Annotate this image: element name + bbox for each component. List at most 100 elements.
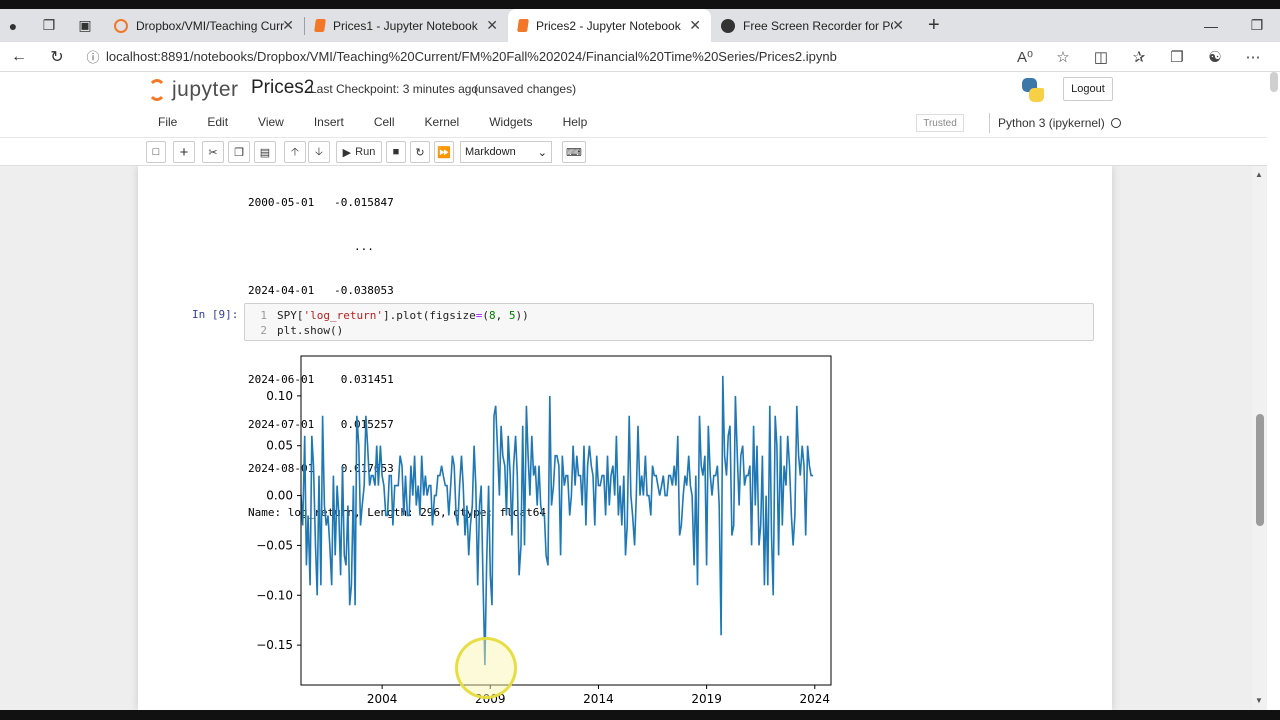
browser-tab-3[interactable]: Prices2 - Jupyter Notebook ✕: [508, 9, 711, 42]
save-icon: □: [152, 146, 160, 158]
minimize-icon[interactable]: —: [1188, 18, 1234, 34]
cell-type-value: Markdown: [465, 146, 516, 158]
paste-icon: ▤: [259, 146, 271, 159]
series-line: [301, 375, 813, 666]
menu-edit[interactable]: Edit: [197, 115, 238, 129]
insert-cell-button[interactable]: +: [173, 141, 195, 163]
notebook-name[interactable]: Prices2: [251, 77, 314, 99]
cursor-highlight: [455, 637, 517, 699]
reload-icon[interactable]: ↻: [38, 47, 76, 67]
cell-prompt: In [9]:: [192, 308, 239, 321]
scissors-icon: ✂: [208, 146, 218, 159]
menu-bar: File Edit View Insert Cell Kernel Widget…: [0, 106, 1280, 138]
favorite-star-icon[interactable]: ☆: [1052, 48, 1074, 66]
y-tick-label: 0.00: [266, 489, 293, 503]
code-cell-editor[interactable]: 1 SPY['log_return'].plot(figsize=(8, 5)) …: [244, 303, 1094, 341]
menu-cell[interactable]: Cell: [364, 115, 405, 129]
browser-tab-strip: ● ❐ ▣ Dropbox/VMI/Teaching Current/ ✕ Pr…: [0, 9, 1280, 42]
notebook-scrollbar[interactable]: ▲ ▼: [1253, 166, 1267, 710]
cell-type-select[interactable]: Markdown ⌄: [460, 141, 552, 163]
last-checkpoint: Last Checkpoint: 3 minutes ago: [310, 82, 479, 96]
scrollbar-thumb[interactable]: [1256, 414, 1264, 526]
menu-help[interactable]: Help: [553, 115, 598, 129]
browser-tab-2[interactable]: Prices1 - Jupyter Notebook ✕: [305, 9, 508, 42]
plot-output: 0.10 0.05 0.00 −0.05 −0.10 −0.15 2004 2009 2014 2…: [238, 346, 858, 710]
page-scrollbar-thumb[interactable]: [1270, 72, 1278, 92]
move-down-button[interactable]: 🡣: [308, 141, 330, 163]
page-scrollbar[interactable]: [1267, 72, 1280, 710]
close-icon[interactable]: ✕: [689, 17, 701, 34]
url-field[interactable]: ⓘ localhost:8891/notebooks/Dropbox/VMI/T…: [80, 44, 1000, 70]
collections-icon[interactable]: ❐: [1166, 48, 1188, 66]
back-icon[interactable]: ←: [0, 48, 38, 66]
split-screen-icon[interactable]: ◫: [1090, 48, 1112, 66]
new-tab-icon[interactable]: +: [928, 14, 940, 37]
arrow-down-icon: 🡣: [315, 145, 323, 158]
jupyter-icon: [314, 19, 326, 32]
more-icon[interactable]: ⋯: [1242, 48, 1264, 66]
profile-icon[interactable]: ●: [4, 18, 22, 34]
paste-button[interactable]: ▤: [254, 141, 276, 163]
menu-insert[interactable]: Insert: [304, 115, 354, 129]
jupyter-logo[interactable]: jupyter: [148, 78, 239, 102]
info-icon[interactable]: ⓘ: [80, 47, 106, 66]
close-icon[interactable]: ✕: [892, 17, 904, 34]
chevron-down-icon: ⌄: [537, 146, 547, 159]
move-up-button[interactable]: 🡡: [284, 141, 306, 163]
line-number: 2: [260, 324, 267, 337]
stop-icon: ■: [392, 146, 400, 158]
jupyter-logo-text: jupyter: [172, 78, 239, 101]
close-icon[interactable]: ✕: [486, 17, 498, 34]
scroll-up-icon[interactable]: ▲: [1255, 170, 1263, 179]
interrupt-button[interactable]: ■: [386, 141, 406, 163]
command-palette-button[interactable]: ⌨: [562, 141, 586, 163]
y-tick-label: −0.05: [256, 538, 293, 552]
y-tick-label: 0.05: [266, 439, 293, 453]
read-aloud-icon[interactable]: A⁰: [1014, 48, 1036, 66]
maximize-icon[interactable]: ❐: [1234, 17, 1280, 34]
logout-button[interactable]: Logout: [1063, 77, 1113, 101]
kernel-indicator: Python 3 (ipykernel): [989, 113, 1121, 133]
x-tick-label: 2024: [800, 692, 831, 706]
kernel-status-icon: [1110, 118, 1121, 128]
copy-button[interactable]: ❐: [228, 141, 250, 163]
output-line: 2024-04-01 -0.038053: [248, 284, 394, 298]
run-button[interactable]: ▶ Run: [336, 141, 382, 163]
line-number: 1: [260, 309, 267, 322]
jupyter-header: jupyter Prices2 Last Checkpoint: 3 minut…: [0, 72, 1280, 106]
browser-tab-4[interactable]: Free Screen Recorder for PC, Ma ✕: [711, 9, 914, 42]
url-text: localhost:8891/notebooks/Dropbox/VMI/Tea…: [106, 49, 837, 64]
x-tick-label: 2014: [583, 692, 614, 706]
plus-icon: +: [179, 143, 189, 161]
restart-icon: ↻: [415, 146, 425, 159]
recorder-icon: [721, 18, 735, 33]
save-status: (unsaved changes): [474, 82, 577, 96]
close-icon[interactable]: ✕: [282, 17, 294, 34]
scroll-down-icon[interactable]: ▼: [1255, 696, 1263, 705]
y-tick-label: 0.10: [266, 389, 293, 403]
notebook-page: 2000-05-01 -0.015847 ... 2024-04-01 -0.0…: [138, 166, 1112, 710]
browser-tab-1-title: Dropbox/VMI/Teaching Current/: [136, 18, 284, 33]
tab-actions-icon[interactable]: ▣: [76, 17, 94, 34]
browser-tab-1[interactable]: Dropbox/VMI/Teaching Current/ ✕: [104, 9, 304, 42]
restart-run-all-button[interactable]: ⏩: [434, 141, 454, 163]
dropbox-loader-icon: [114, 18, 128, 33]
menu-view[interactable]: View: [248, 115, 294, 129]
menu-file[interactable]: File: [148, 115, 187, 129]
code-line-1: 1 SPY['log_return'].plot(figsize=(8, 5)): [245, 309, 528, 323]
menu-kernel[interactable]: Kernel: [415, 115, 470, 129]
workspaces-icon[interactable]: ❐: [40, 17, 58, 34]
browser-tab-2-title: Prices1 - Jupyter Notebook: [333, 18, 478, 33]
extension-icon[interactable]: ☯: [1204, 48, 1226, 66]
cut-button[interactable]: ✂: [202, 141, 224, 163]
notebook-toolbar: □ + ✂ ❐ ▤ 🡡 🡣 ▶ Run ■ ↻ ⏩ Markdown ⌄ ⌨: [0, 138, 1280, 166]
save-button[interactable]: □: [146, 141, 166, 163]
output-line: 2000-05-01 -0.015847: [248, 195, 394, 209]
jupyter-logo-icon: [148, 79, 166, 101]
favorites-icon[interactable]: ✰: [1128, 48, 1150, 66]
jupyter-icon: [517, 19, 529, 32]
trusted-badge[interactable]: Trusted: [916, 114, 964, 132]
arrow-up-icon: 🡡: [291, 145, 299, 158]
menu-widgets[interactable]: Widgets: [479, 115, 542, 129]
restart-button[interactable]: ↻: [410, 141, 430, 163]
